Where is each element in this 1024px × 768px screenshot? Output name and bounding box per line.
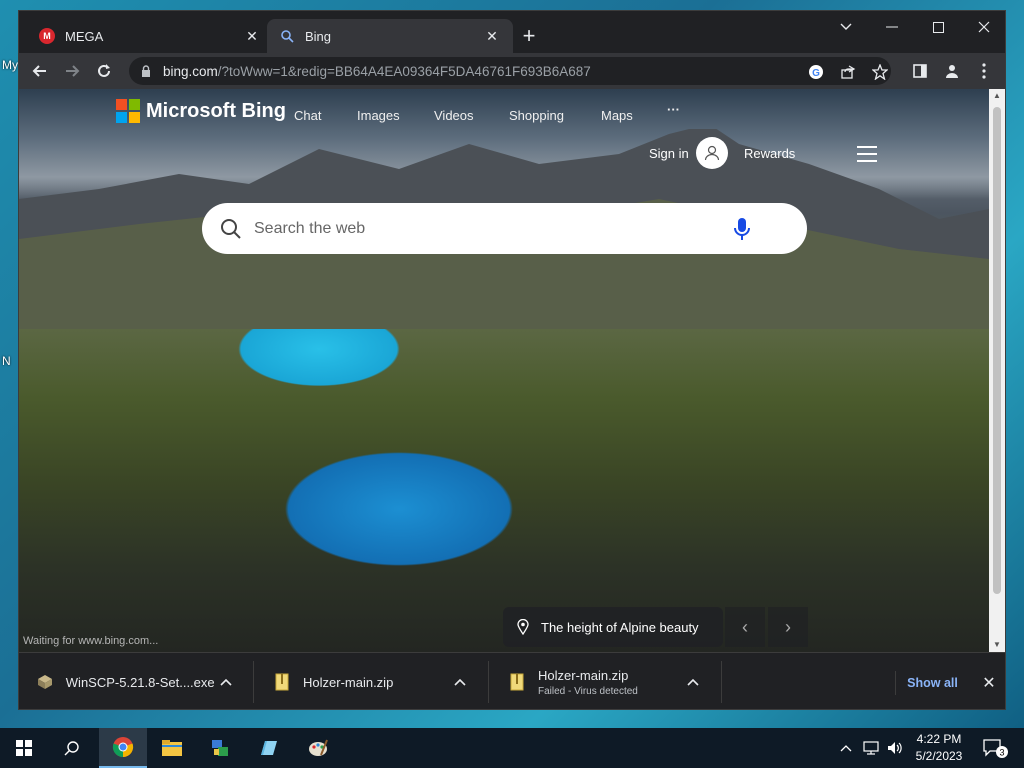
download-item[interactable]: WinSCP-5.21.8-Set....exe — [19, 661, 254, 703]
hamburger-menu-icon[interactable] — [857, 146, 877, 162]
rewards-link[interactable]: Rewards — [744, 146, 795, 161]
chevron-up-icon[interactable] — [215, 670, 237, 694]
clock-time: 4:22 PM — [916, 732, 962, 746]
taskbar: 4:22 PM 5/2/2023 3 — [0, 728, 1024, 768]
svg-text:G: G — [812, 68, 820, 79]
show-all-button[interactable]: Show all — [895, 671, 969, 695]
previous-image-button[interactable]: ‹ — [725, 607, 765, 647]
network-icon[interactable] — [860, 728, 882, 768]
url-text: bing.com/?toWww=1&redig=BB64A4EA09364F5D… — [163, 63, 591, 79]
zip-file-icon — [508, 672, 526, 692]
bing-logo[interactable]: Microsoft Bing — [116, 99, 286, 123]
network-app-icon[interactable] — [196, 728, 244, 768]
search-box[interactable] — [202, 203, 807, 254]
image-caption[interactable]: The height of Alpine beauty — [503, 607, 723, 647]
close-window-icon[interactable] — [961, 11, 1005, 43]
nav-images[interactable]: Images — [357, 108, 400, 123]
download-details: Holzer-main.zip Failed - Virus detected — [538, 668, 681, 697]
system-clock[interactable]: 4:22 PM 5/2/2023 — [906, 731, 972, 765]
nav-videos[interactable]: Videos — [434, 108, 474, 123]
search-icon — [218, 216, 244, 242]
installer-file-icon — [37, 672, 54, 692]
lock-icon[interactable] — [139, 65, 153, 77]
search-input[interactable] — [254, 219, 729, 238]
browser-toolbar: bing.com/?toWww=1&redig=BB64A4EA09364F5D… — [19, 53, 1005, 89]
side-panel-icon[interactable] — [907, 58, 933, 84]
microphone-icon[interactable] — [729, 216, 755, 242]
clock-date: 5/2/2023 — [915, 749, 963, 763]
close-tab-icon[interactable]: ✕ — [483, 27, 501, 45]
maximize-icon[interactable] — [915, 11, 961, 43]
notepad-icon[interactable] — [244, 728, 292, 768]
vertical-scrollbar[interactable]: ▲ ▼ — [989, 89, 1005, 652]
nav-chat[interactable]: Chat — [294, 108, 321, 123]
new-tab-button[interactable]: + — [517, 25, 541, 49]
windows-start-icon[interactable] — [0, 728, 48, 768]
search-icon[interactable] — [48, 728, 96, 768]
address-bar[interactable]: bing.com/?toWww=1&redig=BB64A4EA09364F5D… — [129, 57, 891, 85]
browser-window: M MEGA ✕ Bing ✕ + bing.com/?toWww=1&redi… — [18, 10, 1006, 710]
chevron-up-icon[interactable] — [448, 670, 472, 694]
caption-text: The height of Alpine beauty — [541, 619, 699, 635]
downloads-bar: WinSCP-5.21.8-Set....exe Holzer-main.zip… — [19, 652, 1005, 709]
menu-kebab-icon[interactable] — [971, 58, 997, 84]
tab-bing[interactable]: Bing ✕ — [267, 19, 513, 53]
sign-in-link[interactable]: Sign in — [649, 146, 689, 161]
chrome-icon[interactable] — [99, 728, 147, 768]
google-lens-icon[interactable]: G — [805, 61, 827, 83]
notification-center-icon[interactable]: 3 — [978, 728, 1014, 768]
paint-icon[interactable] — [294, 728, 342, 768]
tab-mega[interactable]: M MEGA ✕ — [27, 19, 273, 53]
tab-strip: M MEGA ✕ Bing ✕ + — [19, 11, 1005, 53]
page-viewport: Microsoft Bing Chat Images Videos Shoppi… — [19, 89, 989, 652]
chevron-up-icon[interactable] — [681, 670, 705, 694]
profile-icon[interactable] — [939, 58, 965, 84]
location-pin-icon — [515, 619, 531, 635]
volume-icon[interactable] — [884, 728, 906, 768]
close-downloads-icon[interactable]: ✕ — [977, 671, 1001, 695]
brand-name: Microsoft Bing — [146, 99, 286, 122]
back-arrow-icon[interactable] — [27, 58, 53, 84]
scrollbar-thumb[interactable] — [993, 107, 1001, 594]
microsoft-logo-icon — [116, 99, 140, 123]
loading-status: Waiting for www.bing.com... — [23, 635, 159, 647]
download-filename: WinSCP-5.21.8-Set....exe — [65, 674, 215, 690]
share-icon[interactable] — [837, 61, 859, 83]
scroll-up-icon[interactable]: ▲ — [989, 89, 1005, 103]
desktop-label: N — [2, 354, 11, 368]
tab-search-chevron-icon[interactable] — [823, 11, 869, 43]
nav-shopping[interactable]: Shopping — [509, 108, 564, 123]
bookmark-star-icon[interactable] — [869, 61, 891, 83]
nav-more[interactable]: ··· — [667, 102, 680, 117]
zip-file-icon — [273, 672, 291, 692]
file-explorer-icon[interactable] — [148, 728, 196, 768]
next-image-button[interactable]: › — [768, 607, 808, 647]
tray-chevron-up-icon[interactable] — [836, 728, 856, 768]
mega-icon: M — [39, 28, 55, 44]
tab-title: Bing — [305, 28, 332, 44]
desktop-label: My — [2, 58, 18, 72]
tab-title: MEGA — [65, 28, 104, 44]
nav-maps[interactable]: Maps — [601, 108, 633, 123]
user-avatar-icon[interactable] — [696, 137, 728, 169]
download-status: Failed - Virus detected — [538, 685, 638, 697]
notification-count: 3 — [999, 748, 1004, 758]
scroll-down-icon[interactable]: ▼ — [989, 638, 1005, 652]
download-item[interactable]: Holzer-main.zip — [255, 661, 489, 703]
close-tab-icon[interactable]: ✕ — [243, 27, 261, 45]
reload-icon[interactable] — [91, 58, 117, 84]
download-filename: Holzer-main.zip — [303, 674, 394, 690]
download-filename: Holzer-main.zip — [538, 667, 629, 683]
bing-search-icon — [279, 28, 295, 44]
minimize-icon[interactable] — [869, 11, 915, 43]
forward-arrow-icon[interactable] — [59, 58, 85, 84]
download-item-failed[interactable]: Holzer-main.zip Failed - Virus detected — [490, 661, 722, 703]
